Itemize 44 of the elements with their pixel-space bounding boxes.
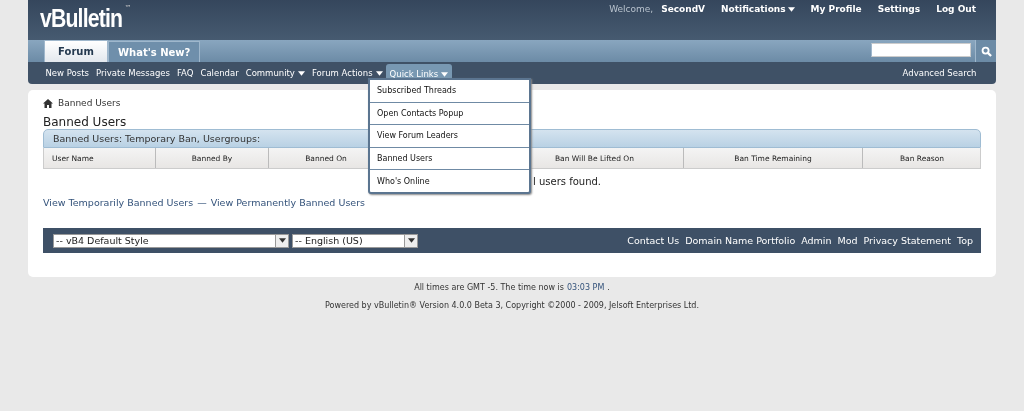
menu-item[interactable]: Open Contacts Popup xyxy=(370,102,529,126)
search-field[interactable] xyxy=(871,43,971,57)
breadcrumb-text: Banned Users xyxy=(58,98,121,108)
nav-link[interactable]: New Posts xyxy=(42,64,93,82)
footer-link[interactable]: Privacy Statement xyxy=(863,235,951,246)
empty-message: l users found. xyxy=(533,175,601,187)
nav-link[interactable]: Community xyxy=(242,64,309,82)
copyright-text: Powered by vBulletin® Version 4.0.0 Beta 3, Copyright ©2000 - 2009, Jelsoft Enterprises Ltd. xyxy=(324,301,700,310)
account-link[interactable]: My Profile xyxy=(810,4,862,14)
dropdown-select[interactable]: -- English (US) xyxy=(292,233,418,248)
menu-item[interactable]: View Forum Leaders xyxy=(370,125,529,148)
nav-link[interactable]: Forum Actions xyxy=(308,64,387,82)
footer-link[interactable]: Top xyxy=(956,235,973,246)
dropdown-select[interactable]: -- vB4 Default Style xyxy=(53,233,289,248)
menu-item[interactable]: Banned Users xyxy=(370,147,529,171)
time-text: All times are GMT -5. The time now is xyxy=(414,283,564,294)
account-link[interactable]: Settings xyxy=(877,4,921,14)
page-title: Banned Users xyxy=(43,115,128,129)
nav-link[interactable]: FAQ xyxy=(173,64,197,82)
search-button[interactable] xyxy=(975,40,996,62)
period-text: . xyxy=(607,283,610,294)
account-link[interactable]: Notifications xyxy=(721,4,795,14)
footer-link[interactable]: Contact Us xyxy=(627,235,680,246)
menu-item[interactable]: Subscribed Threads xyxy=(370,80,529,103)
footer-link[interactable]: Admin xyxy=(801,235,832,246)
view-link[interactable]: View Temporarily Banned Users xyxy=(43,196,194,208)
nav-tab[interactable]: Forum xyxy=(44,40,108,62)
menu-item[interactable]: Who's Online xyxy=(370,170,529,192)
caret-icon xyxy=(407,238,415,243)
caret-icon xyxy=(278,238,286,243)
logo[interactable]: vBulletin xyxy=(40,4,123,32)
view-link[interactable]: View Permanently Banned Users xyxy=(210,196,366,208)
separator-text: — xyxy=(197,196,207,208)
footer-link[interactable]: Domain Name Portfolio xyxy=(685,235,796,246)
home-icon[interactable] xyxy=(43,98,53,108)
nav-link[interactable]: Calendar xyxy=(196,64,243,82)
welcome-text: Welcome, xyxy=(609,4,654,14)
search-icon xyxy=(980,45,992,57)
advanced-search-link[interactable]: Advanced Search xyxy=(899,64,980,82)
nav-link[interactable]: Private Messages xyxy=(92,64,174,82)
footer-link[interactable]: Mod xyxy=(837,235,858,246)
username-link[interactable]: SecondV xyxy=(661,4,706,14)
time-value: 03:03 PM xyxy=(566,283,605,294)
account-link[interactable]: Log Out xyxy=(936,4,976,14)
